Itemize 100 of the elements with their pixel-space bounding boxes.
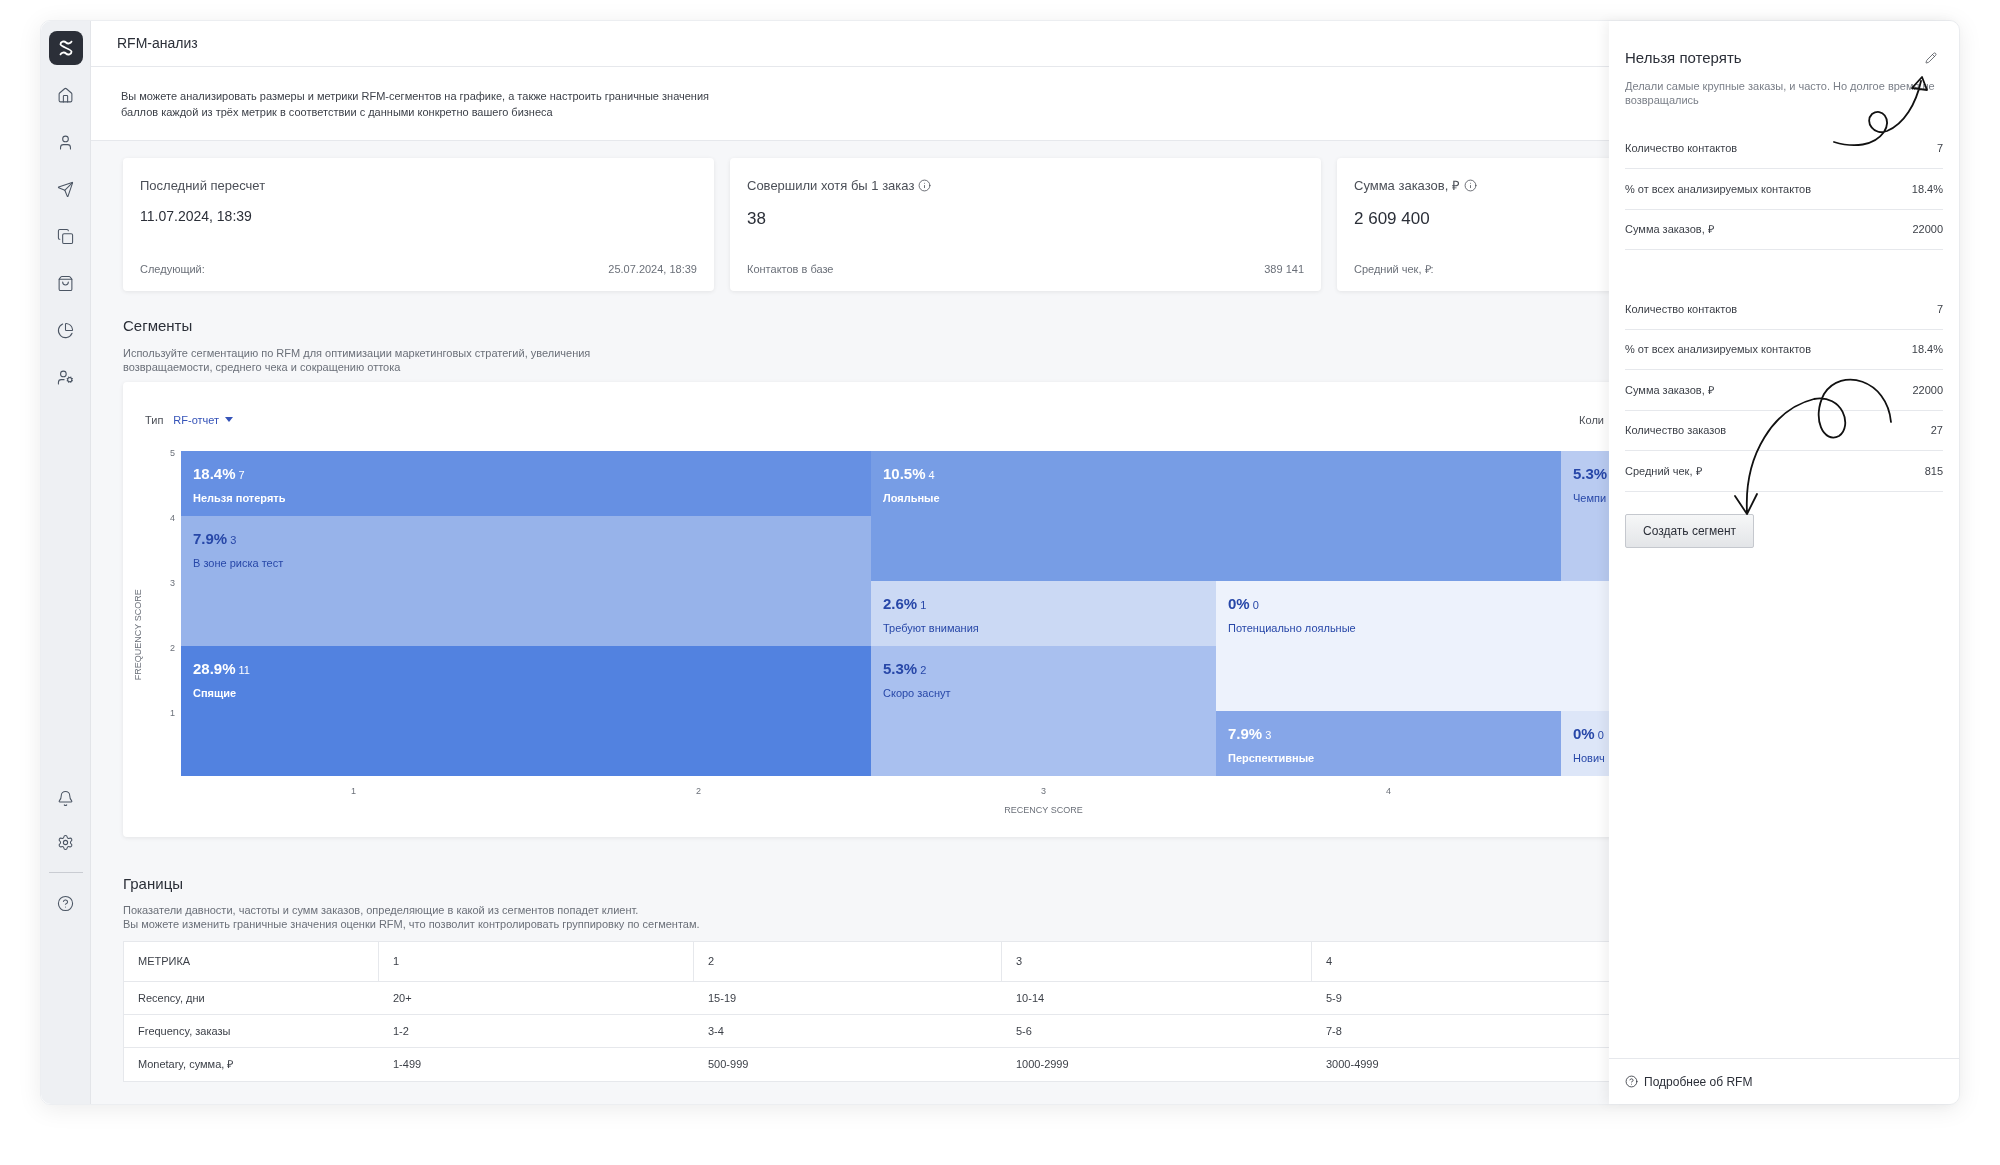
- type-label: Тип: [145, 412, 164, 428]
- info-icon[interactable]: [1463, 179, 1477, 193]
- segment-count: 3: [230, 533, 237, 548]
- stat-label: Количество заказов: [1625, 423, 1727, 438]
- table-cell-text: 5-9: [1325, 990, 1343, 1006]
- table-cell-text: 1-499: [392, 1057, 423, 1073]
- table-cell-text: 7-8: [1325, 1023, 1343, 1039]
- table-cell-text: 5-6: [1015, 1023, 1033, 1039]
- stat-label: % от всех анализируемых контактов: [1625, 181, 1811, 197]
- segment-name: Лояльные: [883, 490, 941, 506]
- table-cell-text: 20+: [392, 990, 413, 1006]
- stat-label: Количество контактов: [1625, 141, 1738, 156]
- segment-cell[interactable]: 7.9% 3 В зоне риска тест: [181, 516, 871, 646]
- y-tick-label: 4: [170, 512, 175, 525]
- card-footer-label: Средний чек, ₽:: [1354, 261, 1434, 277]
- segment-name: Перспективные: [1228, 750, 1316, 766]
- table-cell-text: 3000-4999: [1325, 1057, 1380, 1073]
- section-title: Сегменты: [123, 316, 194, 336]
- page-title: RFM-анализ: [117, 34, 198, 53]
- table-cell-text: Monetary, сумма, ₽: [137, 1057, 235, 1073]
- segment-share: 5.3%: [1573, 464, 1608, 484]
- caret-icon: [225, 417, 234, 423]
- segment-count: 0: [1252, 598, 1259, 613]
- table-cell-text: 1-2: [392, 1023, 410, 1039]
- segment-share: 10.5%: [883, 464, 926, 484]
- segment-cell[interactable]: 2.6% 1 Требуют внимания: [871, 581, 1216, 646]
- table-header-cell: 3: [1002, 942, 1312, 981]
- type-dropdown[interactable]: RF-отчет: [173, 411, 234, 428]
- segment-cell[interactable]: 5.3% Чемпи: [1561, 451, 1609, 581]
- table-cell-text: 3-4: [707, 1023, 725, 1039]
- stat-label: % от всех анализируемых контактов: [1625, 342, 1811, 357]
- segment-name: Спящие: [193, 685, 238, 701]
- table-cell-text: Recency, дни: [137, 990, 206, 1006]
- metric-label: Коли: [1579, 412, 1604, 428]
- segment-name: Нович: [1573, 750, 1606, 766]
- table-header-cell: МЕТРИКА: [124, 942, 379, 981]
- segment-count: 1: [920, 598, 927, 613]
- table-cell-text: 1000-2999: [1015, 1057, 1070, 1073]
- y-tick-label: 2: [170, 642, 175, 655]
- card-footer-label: Контактов в базе: [747, 261, 834, 277]
- segment-share: 5.3%: [883, 659, 918, 679]
- segment-count: 3: [1265, 728, 1272, 743]
- table-cell-text: Frequency, заказы: [137, 1023, 232, 1039]
- info-icon[interactable]: [918, 179, 932, 193]
- segment-name: Чемпи: [1573, 490, 1608, 506]
- y-tick-label: 3: [170, 577, 175, 590]
- stat-value: 18.4%: [1911, 342, 1943, 357]
- stat-label: Сумма заказов, ₽: [1625, 222, 1714, 237]
- segment-count: 2: [920, 663, 927, 678]
- logo-icon[interactable]: [48, 31, 83, 65]
- stat-value: 18.4%: [1911, 181, 1943, 197]
- segment-cell[interactable]: 0% 0 Потенциально лояльные: [1216, 581, 1609, 711]
- segment-share: 18.4%: [193, 464, 236, 484]
- segment-cell[interactable]: 18.4% 7 Нельзя потерять: [181, 451, 871, 516]
- segment-count: 7: [238, 468, 245, 483]
- card-title: Последний пересчет: [140, 177, 266, 195]
- stat-value: 7: [1936, 141, 1943, 156]
- card-value: 38: [747, 207, 767, 230]
- segment-name: В зоне риска тест: [193, 555, 285, 571]
- section-description: Используйте сегментацию по RFM для оптимизации маркетинговых стратегий, увеличения возвращаемости, среднего чека и сокращению оттока: [123, 345, 592, 374]
- stat-label: Средний чек, ₽: [1625, 463, 1702, 479]
- x-tick-label: 1: [351, 784, 356, 798]
- x-tick-label: 4: [1386, 784, 1391, 798]
- stat-value: 22000: [1912, 222, 1943, 237]
- segment-count: 4: [928, 468, 935, 483]
- segment-share: 7.9%: [1228, 724, 1263, 744]
- panel-title: Нельзя потерять: [1625, 48, 1742, 68]
- table-header-cell: 1: [379, 942, 694, 981]
- card-footer-value: 25.07.2024, 18:39: [608, 261, 697, 277]
- segment-cell[interactable]: 5.3% 2 Скоро заснут: [871, 646, 1216, 776]
- learn-more-link[interactable]: Подробнее об RFM: [1625, 1072, 1753, 1091]
- card-title: Совершили хотя бы 1 заказ: [747, 177, 915, 195]
- stat-label: Сумма заказов, ₽: [1625, 382, 1714, 398]
- section-description: Показатели давности, частоты и сумм заказов, определяющие в какой из сегментов попадет клиент. Вы можете изменить граничные значения оценки RFM, что позволит контролировать группировку по сегментам.: [123, 903, 701, 931]
- stat-value: 815: [1924, 463, 1943, 479]
- segment-name: Нельзя потерять: [193, 490, 287, 506]
- segment-name: Потенциально лояльные: [1228, 620, 1357, 636]
- card-footer-value: 389 141: [1264, 261, 1304, 277]
- segment-cell[interactable]: 28.9% 11 Спящие: [181, 646, 871, 776]
- table-header-cell: 2: [694, 942, 1002, 981]
- segment-cell[interactable]: 10.5% 4 Лояльные: [871, 451, 1561, 581]
- stat-value: 22000: [1912, 382, 1943, 398]
- table-cell-text: 500-999: [707, 1057, 750, 1073]
- segment-name: Требуют внимания: [883, 620, 980, 636]
- intro-text: Вы можете анализировать размеры и метрики RFM-сегментов на графике, а также настроить граничные значения баллов каждой из трёх метрик в соответствии с данными конкретно вашего бизнеса: [121, 88, 710, 120]
- segment-count: 11: [238, 663, 250, 678]
- x-tick-label: 3: [1041, 784, 1046, 798]
- segment-count: 0: [1597, 728, 1604, 743]
- segment-share: 28.9%: [193, 659, 236, 679]
- section-title: Границы: [123, 873, 184, 894]
- segment-cell[interactable]: 0% 0 Нович: [1561, 711, 1609, 776]
- x-tick-label: 2: [696, 784, 701, 798]
- edit-icon[interactable]: [1925, 52, 1937, 65]
- table-cell-text: 15-19: [707, 990, 738, 1006]
- help-icon: [1625, 1075, 1638, 1088]
- x-axis-label: RECENCY SCORE: [1004, 804, 1083, 817]
- table-cell-text: 10-14: [1015, 990, 1046, 1006]
- create-segment-button[interactable]: Создать сегмент: [1625, 513, 1755, 548]
- stat-label: Количество контактов: [1625, 301, 1738, 317]
- card-value: 2 609 400: [1354, 207, 1431, 230]
